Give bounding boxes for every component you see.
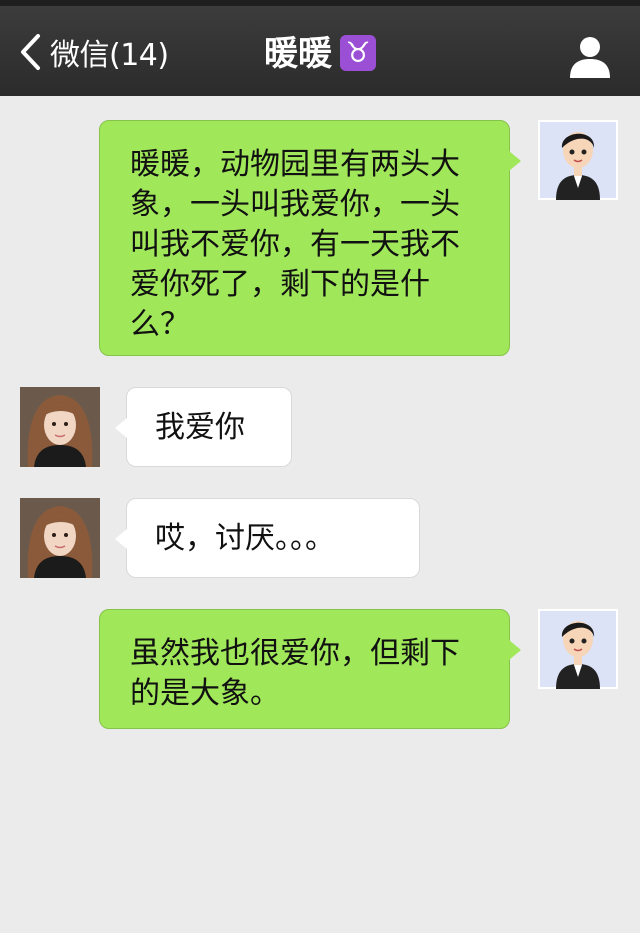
contact-avatar[interactable] xyxy=(20,498,100,578)
message-text: 哎，讨厌。。。 xyxy=(155,521,335,556)
message-text: 暖暖，动物园里有两头大象，一头叫我爱你，一头叫我不爱你，有一天我不爱你死了，剩下… xyxy=(130,147,460,342)
message-bubble-received[interactable]: 我爱你 xyxy=(115,387,292,467)
person-icon xyxy=(570,37,610,78)
message-text: 虽然我也很爱你，但剩下的是大象。 xyxy=(130,636,460,711)
girl-photo-avatar xyxy=(20,498,100,578)
message-bubble-sent[interactable]: 暖暖，动物园里有两头大象，一头叫我爱你，一头叫我不爱你，有一天我不爱你死了，剩下… xyxy=(99,120,521,356)
cartoon-man-avatar xyxy=(538,609,618,689)
message-bubble-received[interactable]: 哎，讨厌。。。 xyxy=(115,498,420,578)
message-bubble-sent[interactable]: 虽然我也很爱你，但剩下的是大象。 xyxy=(99,609,521,729)
chat-title: 暖暖 ♉ xyxy=(0,32,640,76)
contact-name: 暖暖 xyxy=(264,34,332,74)
contact-avatar[interactable] xyxy=(20,387,100,467)
my-avatar[interactable] xyxy=(538,120,618,200)
taurus-icon: ♉ xyxy=(340,34,376,71)
message-text: 我爱你 xyxy=(155,410,245,445)
cartoon-man-avatar xyxy=(538,120,618,200)
girl-photo-avatar xyxy=(20,387,100,467)
profile-button[interactable] xyxy=(566,32,614,80)
my-avatar[interactable] xyxy=(538,609,618,689)
navigation-bar: 微信(14) 暖暖 ♉ xyxy=(0,6,640,96)
